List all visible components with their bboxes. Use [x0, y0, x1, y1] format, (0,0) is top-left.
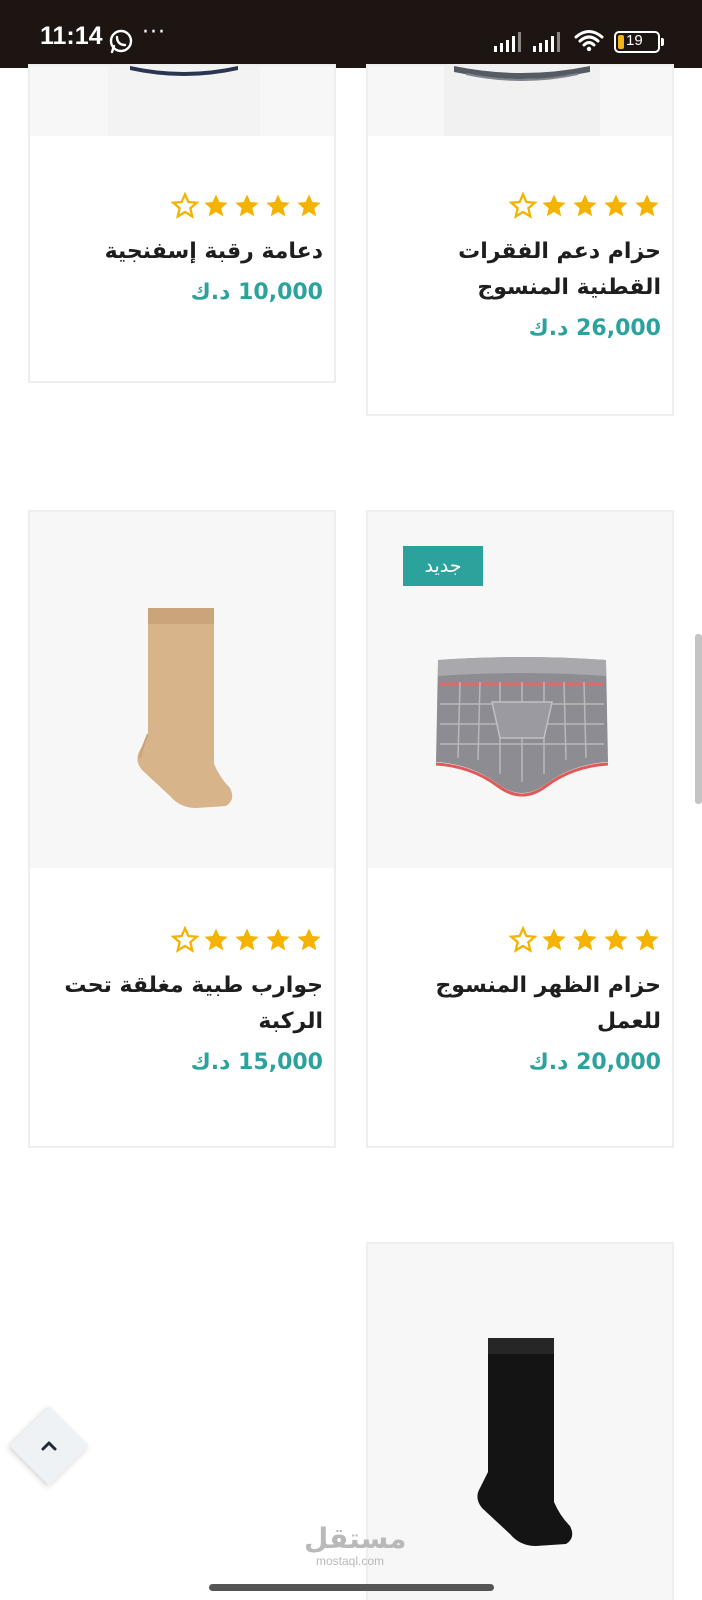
product-image[interactable]: جديد — [368, 512, 672, 868]
product-image[interactable] — [368, 1244, 672, 1600]
star-filled-icon — [573, 928, 597, 951]
product-card[interactable]: جوارب طبية مغلقة تحت الركبة 15,000 د.ك — [28, 510, 336, 1148]
rating-stars — [379, 926, 661, 954]
star-filled-icon — [297, 194, 321, 217]
star-filled-icon — [235, 928, 259, 951]
product-name[interactable]: حزام دعم الفقرات القطنية المنسوج — [379, 234, 661, 306]
product-card[interactable]: جديد حزام الظهر المنسوج للعمل 20,000 د.ك — [366, 510, 674, 1148]
watermark-logo-text: مستقل — [304, 1522, 407, 1555]
battery-level-text: 19 — [626, 32, 643, 49]
product-info: دعامة رقبة إسفنجية 10,000 د.ك — [30, 192, 334, 305]
product-price: 26,000 د.ك — [528, 316, 661, 341]
product-photo — [444, 66, 600, 136]
star-filled-icon — [542, 928, 566, 951]
product-card[interactable]: دعامة رقبة إسفنجية 10,000 د.ك — [28, 64, 336, 383]
battery-icon: 19 — [614, 31, 664, 53]
star-empty-icon — [509, 926, 537, 953]
product-price: 10,000 د.ك — [190, 280, 323, 305]
home-indicator[interactable] — [209, 1584, 494, 1591]
product-image[interactable] — [368, 66, 672, 136]
product-card[interactable] — [366, 1242, 674, 1600]
product-info: جوارب طبية مغلقة تحت الركبة 15,000 د.ك — [30, 926, 334, 1075]
watermark-url: mostaql.com — [315, 1554, 385, 1568]
star-filled-icon — [635, 194, 659, 217]
product-photo — [30, 512, 334, 868]
star-filled-icon — [297, 928, 321, 951]
wifi-icon — [574, 30, 604, 52]
watermark: مستقل mostaql.com — [304, 1522, 407, 1569]
battery-tip — [661, 38, 664, 46]
status-bar: 11:14 ··· 19 — [0, 0, 702, 68]
product-image[interactable] — [30, 66, 334, 136]
chevron-up-icon — [41, 1441, 57, 1451]
star-filled-icon — [604, 194, 628, 217]
status-time: 11:14 — [40, 22, 103, 50]
scrollbar[interactable] — [695, 634, 702, 804]
star-filled-icon — [635, 928, 659, 951]
signal-icon — [494, 32, 521, 52]
product-name[interactable]: جوارب طبية مغلقة تحت الركبة — [41, 968, 323, 1040]
product-info: حزام دعم الفقرات القطنية المنسوج 26,000 … — [368, 192, 672, 341]
badge-new: جديد — [403, 546, 483, 586]
back-to-top-button[interactable] — [9, 1406, 89, 1486]
star-empty-icon — [171, 926, 199, 953]
star-filled-icon — [604, 928, 628, 951]
star-empty-icon — [171, 192, 199, 219]
product-photo — [368, 1244, 672, 1600]
star-filled-icon — [542, 194, 566, 217]
product-name[interactable]: دعامة رقبة إسفنجية — [41, 234, 323, 270]
star-filled-icon — [204, 194, 228, 217]
status-more-dots: ··· — [142, 20, 166, 45]
star-filled-icon — [204, 928, 228, 951]
rating-stars — [379, 192, 661, 220]
product-price: 20,000 د.ك — [528, 1050, 661, 1075]
product-info: حزام الظهر المنسوج للعمل 20,000 د.ك — [368, 926, 672, 1075]
star-filled-icon — [266, 194, 290, 217]
rating-stars — [41, 192, 323, 220]
star-empty-icon — [509, 192, 537, 219]
star-filled-icon — [235, 194, 259, 217]
product-price: 15,000 د.ك — [190, 1050, 323, 1075]
product-card[interactable]: حزام دعم الفقرات القطنية المنسوج 26,000 … — [366, 64, 674, 416]
battery-level-fill — [618, 35, 624, 49]
rating-stars — [41, 926, 323, 954]
star-filled-icon — [573, 194, 597, 217]
product-image[interactable] — [30, 512, 334, 868]
product-photo — [108, 66, 260, 136]
star-filled-icon — [266, 928, 290, 951]
signal-icon — [533, 32, 560, 52]
whatsapp-icon — [109, 29, 133, 54]
product-name[interactable]: حزام الظهر المنسوج للعمل — [379, 968, 661, 1040]
